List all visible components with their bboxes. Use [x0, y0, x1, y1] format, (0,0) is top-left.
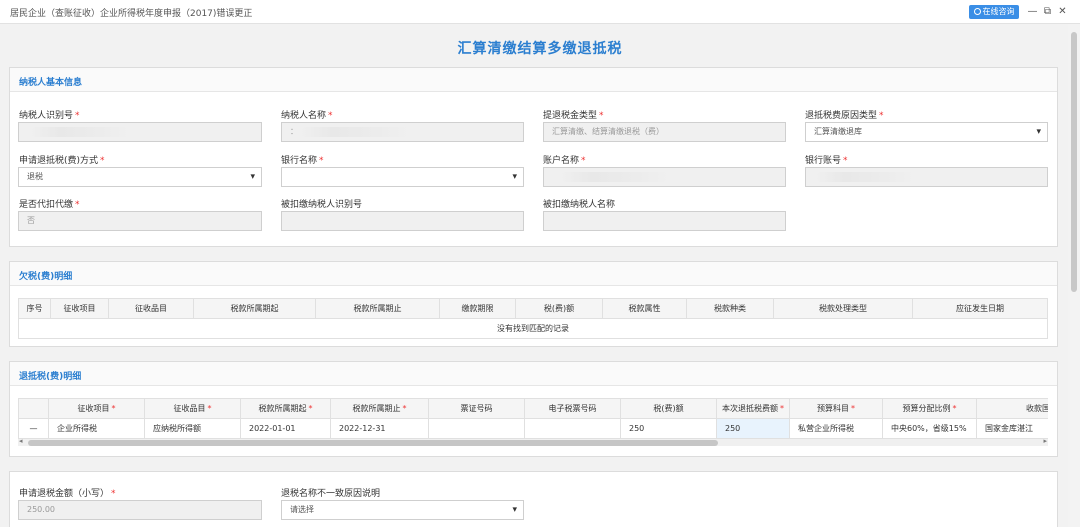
table-cell: 中央60%，省级15% — [882, 418, 977, 438]
redacted-mask — [560, 172, 670, 182]
apply-method-select[interactable]: 退税 — [18, 167, 262, 187]
column-header: 本次退抵税费额 * — [716, 398, 790, 419]
online-consult-button[interactable]: 在线咨询 — [969, 5, 1019, 19]
scrollbar-thumb[interactable] — [28, 440, 718, 446]
panel-title: 退抵税(费)明细 — [19, 372, 82, 382]
refund-type-label: 提退税金类型 * — [543, 111, 604, 121]
column-header: 征收项目 — [50, 298, 109, 319]
remove-row-button[interactable]: — — [18, 418, 49, 438]
table-cell: 企业所得税 — [48, 418, 145, 438]
column-header: 税款种类 — [686, 298, 774, 319]
bank-account-label: 银行账号 * — [805, 156, 848, 166]
table-row[interactable]: — 企业所得税 应纳税所得额 2022-01-01 2022-12-31 250… — [18, 418, 1048, 438]
panel-title: 纳税人基本信息 — [19, 78, 83, 88]
column-header: 预算分配比例 * — [882, 398, 977, 419]
redacted-mask — [815, 172, 915, 182]
arrears-table: 序号 征收项目 征收品目 税款所属期起 税款所属期止 缴款期限 税(费)额 税款… — [18, 298, 1048, 340]
table-cell — [524, 418, 621, 438]
account-name-label: 账户名称 * — [543, 156, 586, 166]
table-cell: 2022-12-31 — [330, 418, 429, 438]
column-header — [18, 398, 49, 419]
column-header: 征收项目 * — [48, 398, 145, 419]
close-icon[interactable]: ✕ — [1057, 6, 1068, 17]
apply-amount-label: 申请退税金额（小写） * — [19, 489, 116, 499]
table-header-row: 序号 征收项目 征收品目 税款所属期起 税款所属期止 缴款期限 税(费)额 税款… — [18, 298, 1048, 319]
bank-name-select[interactable] — [281, 167, 524, 187]
table-horizontal-scrollbar[interactable]: ◂ ▸ — [18, 437, 1048, 446]
column-header: 应征发生日期 — [912, 298, 1048, 319]
column-header: 票证号码 — [428, 398, 525, 419]
page-title: 汇算清缴结算多缴退抵税 — [457, 41, 623, 57]
table-cell: 250 — [620, 418, 717, 438]
withheld-id-field — [281, 211, 524, 231]
window-titlebar: 居民企业（查账征收）企业所得税年度申报（2017)错误更正 在线咨询 — ⧉ ✕ — [0, 0, 1080, 24]
column-header: 征收品目 * — [144, 398, 241, 419]
table-empty-row: 没有找到匹配的记录 — [18, 318, 1048, 339]
withheld-name-label: 被扣缴纳税人名称 — [543, 200, 616, 210]
refund-amount-input[interactable]: 250 — [716, 418, 790, 438]
table-cell: 私营企业所得税 — [789, 418, 883, 438]
refund-type-field: 汇算清缴、结算清缴退税（费） — [543, 122, 786, 142]
taxpayer-id-label: 纳税人识别号 * — [19, 111, 80, 121]
headset-icon — [973, 8, 981, 15]
refund-table: 征收项目 * 征收品目 * 税款所属期起 * 税款所属期止 * 票证号码 电子税票号码 … — [18, 398, 1048, 438]
table-cell: 2022-01-01 — [240, 418, 331, 438]
panel-head: 退抵税(费)明细 — [10, 362, 1057, 386]
column-header: 缴款期限 — [439, 298, 516, 319]
apply-method-label: 申请退抵税(费)方式 * — [19, 156, 105, 166]
column-header: 序号 — [18, 298, 51, 319]
taxpayer-name-label: 纳税人名称 * — [281, 111, 333, 121]
scroll-left-icon[interactable]: ◂ — [19, 437, 23, 445]
refund-reason-select[interactable]: 汇算清缴退库 — [805, 122, 1048, 142]
column-header: 税款所属期止 * — [330, 398, 429, 419]
panel-title: 欠税(费)明细 — [19, 272, 73, 282]
window-title: 居民企业（查账征收）企业所得税年度申报（2017)错误更正 — [10, 9, 253, 19]
table-cell: 应纳税所得额 — [144, 418, 241, 438]
withheld-id-label: 被扣缴纳税人识别号 — [281, 200, 363, 210]
column-header: 税款处理类型 — [773, 298, 913, 319]
scrollbar-thumb[interactable] — [1071, 32, 1077, 292]
column-header: 税(费)额 — [515, 298, 603, 319]
apply-amount-field: 250.00 — [18, 500, 262, 520]
column-header: 税(费)额 — [620, 398, 717, 419]
name-mismatch-label: 退税名称不一致原因说明 — [281, 489, 381, 499]
column-header: 税款所属期起 — [193, 298, 316, 319]
bank-name-label: 银行名称 * — [281, 156, 324, 166]
redacted-mask — [30, 127, 130, 137]
empty-message: 没有找到匹配的记录 — [18, 318, 1048, 339]
scroll-right-icon[interactable]: ▸ — [1043, 437, 1047, 445]
column-header: 税款所属期起 * — [240, 398, 331, 419]
minimize-icon[interactable]: — — [1027, 6, 1038, 17]
column-header: 征收品目 — [108, 298, 194, 319]
is-withholding-label: 是否代扣代缴 * — [19, 200, 80, 210]
redacted-mask — [300, 127, 410, 137]
table-cell — [428, 418, 525, 438]
panel-head: 纳税人基本信息 — [10, 68, 1057, 92]
table-cell: 国家金库湛江 — [976, 418, 1048, 438]
column-header: 税款所属期止 — [315, 298, 440, 319]
withheld-name-field — [543, 211, 786, 231]
panel-head: 欠税(费)明细 — [10, 262, 1057, 286]
column-header: 预算科目 * — [789, 398, 883, 419]
column-header: 电子税票号码 — [524, 398, 621, 419]
is-withholding-field: 否 — [18, 211, 262, 231]
column-header: 收款国库 — [976, 398, 1048, 419]
page-vertical-scrollbar[interactable] — [1068, 24, 1080, 527]
column-header: 税款属性 — [602, 298, 687, 319]
online-consult-label: 在线咨询 — [982, 7, 1015, 16]
name-mismatch-select[interactable]: 请选择 — [281, 500, 524, 520]
restore-icon[interactable]: ⧉ — [1042, 6, 1053, 17]
table-header-row: 征收项目 * 征收品目 * 税款所属期起 * 税款所属期止 * 票证号码 电子税票号码 … — [18, 398, 1048, 419]
refund-reason-label: 退抵税费原因类型 * — [805, 111, 884, 121]
